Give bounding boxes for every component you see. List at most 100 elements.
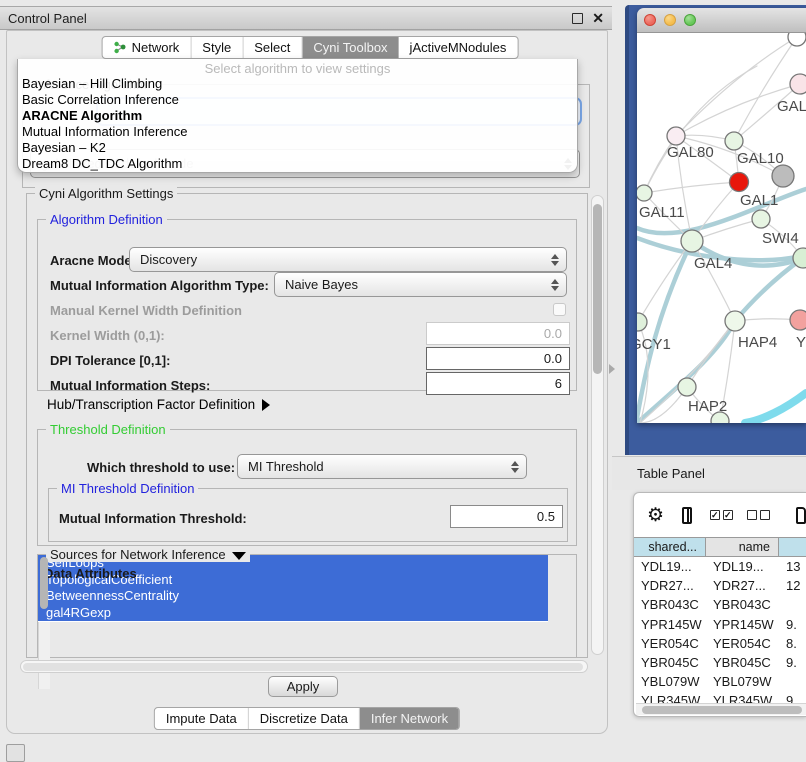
tab-jactivemnodules[interactable]: jActiveMNodules xyxy=(399,37,518,58)
mi-steps-field[interactable]: 6 xyxy=(426,372,570,395)
zoom-traffic-light[interactable] xyxy=(684,14,696,26)
table-cell: YDR27... xyxy=(634,578,706,593)
chevron-down-icon xyxy=(232,552,246,560)
columns-icon[interactable] xyxy=(682,507,692,524)
mi-type-combobox[interactable]: Naive Bayes xyxy=(274,272,567,297)
network-node[interactable] xyxy=(772,165,794,187)
table-row[interactable]: YBR045CYBR045C9. xyxy=(634,653,806,672)
tab-impute-data[interactable]: Impute Data xyxy=(155,708,249,729)
table-row[interactable]: YDL19...YDL19...13 xyxy=(634,557,806,576)
network-node-gal4[interactable] xyxy=(681,230,703,252)
tab-select[interactable]: Select xyxy=(243,37,302,58)
table-cell: YER054C xyxy=(706,636,779,651)
gear-icon[interactable]: ⚙ xyxy=(647,504,664,527)
hub-definition-expander[interactable]: Hub/Transcription Factor Definition xyxy=(47,397,270,412)
table-column-header[interactable]: name xyxy=(706,538,779,556)
data-attributes-label: Data Attributes xyxy=(44,566,137,581)
table-row[interactable]: YDR27...YDR27...12 xyxy=(634,576,806,595)
network-canvas[interactable]: GALGAL80GAL10GAL1GAL11SWI4GAL4GCY1HAP4YH… xyxy=(637,33,806,423)
close-icon[interactable]: ✕ xyxy=(592,13,604,24)
float-icon[interactable] xyxy=(572,13,583,24)
table-cell: YER054C xyxy=(634,636,706,651)
tab-cyni-toolbox[interactable]: Cyni Toolbox xyxy=(302,37,398,58)
network-node-gal11[interactable] xyxy=(637,185,652,201)
cyni-algorithm-settings-label: Cyni Algorithm Settings xyxy=(35,186,177,201)
stepper-icon xyxy=(508,461,522,473)
document-icon[interactable] xyxy=(796,507,806,524)
kernel-width-field: 0.0 xyxy=(426,322,570,345)
algorithm-option[interactable]: Dream8 DC_TDC Algorithm xyxy=(18,156,577,172)
dpi-tolerance-field[interactable]: 0.0 xyxy=(426,347,570,370)
table-row[interactable]: YPR145WYPR145W9. xyxy=(634,615,806,634)
mi-type-label: Mutual Information Algorithm Type: xyxy=(50,278,269,293)
hub-definition-label: Hub/Transcription Factor Definition xyxy=(47,397,255,412)
tab-network[interactable]: Network xyxy=(103,37,192,58)
close-traffic-light[interactable] xyxy=(644,14,656,26)
algorithm-option[interactable]: Mutual Information Inference xyxy=(18,124,577,140)
tab-style[interactable]: Style xyxy=(191,37,243,58)
table-cell: 13 xyxy=(779,559,806,574)
manual-kernel-label: Manual Kernel Width Definition xyxy=(50,303,242,318)
table-body: YDL19...YDL19...13YDR27...YDR27...12YBR0… xyxy=(634,557,806,717)
network-node-swi4[interactable] xyxy=(752,210,770,228)
network-node-gal80[interactable] xyxy=(667,127,685,145)
network-window[interactable]: GALGAL80GAL10GAL1GAL11SWI4GAL4GCY1HAP4YH… xyxy=(637,8,806,423)
unchecked-pair-icon[interactable] xyxy=(747,510,770,520)
network-node-gal[interactable] xyxy=(790,74,806,94)
table-row[interactable]: YER054CYER054C8. xyxy=(634,634,806,653)
network-node-hap2[interactable] xyxy=(678,378,696,396)
attribute-item[interactable]: BetweennessCentrality xyxy=(38,588,548,605)
network-node[interactable] xyxy=(788,33,806,46)
network-node-y[interactable] xyxy=(790,310,806,330)
table-row[interactable]: YBR043CYBR043C xyxy=(634,595,806,614)
node-table: shared...name YDL19...YDL19...13YDR27...… xyxy=(634,537,806,717)
table-cell: 8. xyxy=(779,636,806,651)
network-node-gal10[interactable] xyxy=(725,132,743,150)
algorithm-option[interactable]: Bayesian – Hill Climbing xyxy=(18,76,577,92)
which-threshold-combobox[interactable]: MI Threshold xyxy=(237,454,527,479)
table-cell: 9. xyxy=(779,655,806,670)
network-node-hap4[interactable] xyxy=(725,311,745,331)
table-horizontal-scrollbar[interactable] xyxy=(636,703,806,715)
network-edge xyxy=(745,393,806,423)
aracne-mode-combobox[interactable]: Discovery xyxy=(129,247,567,272)
network-node-label: GAL10 xyxy=(737,150,784,167)
network-node-label: GAL xyxy=(777,98,806,115)
table-cell: YPR145W xyxy=(634,617,706,632)
tab-infer-network[interactable]: Infer Network xyxy=(360,708,459,729)
attributes-scrollbar[interactable] xyxy=(38,622,50,689)
network-window-titlebar[interactable] xyxy=(637,8,806,33)
network-node-label: HAP4 xyxy=(738,334,777,351)
apply-button[interactable]: Apply xyxy=(268,676,338,697)
algorithm-option[interactable]: Bayesian – K2 xyxy=(18,140,577,156)
table-column-header[interactable] xyxy=(779,538,806,556)
control-panel-tabs: NetworkStyleSelectCyni ToolboxjActiveMNo… xyxy=(102,36,519,59)
table-column-header[interactable]: shared... xyxy=(634,538,706,556)
minimize-traffic-light[interactable] xyxy=(664,14,676,26)
attribute-item[interactable]: gal4RGexp xyxy=(38,605,548,622)
minimized-panel-chip[interactable] xyxy=(6,744,25,762)
algorithm-option[interactable]: Basic Correlation Inference xyxy=(18,92,577,108)
kernel-width-label: Kernel Width (0,1): xyxy=(50,328,165,343)
mi-type-value: Naive Bayes xyxy=(285,277,548,292)
network-node-gcy1[interactable] xyxy=(637,313,647,331)
mi-threshold-field[interactable]: 0.5 xyxy=(450,505,563,528)
control-panel-titlebar[interactable]: Control Panel ✕ xyxy=(0,6,612,30)
algorithm-option[interactable]: ARACNE Algorithm xyxy=(18,108,577,124)
network-node-label: GAL1 xyxy=(740,192,778,209)
settings-horizontal-scrollbar[interactable] xyxy=(20,660,588,673)
sources-group-label[interactable]: Sources for Network Inference xyxy=(46,547,250,562)
checked-pair-icon[interactable]: ✓✓ xyxy=(710,510,733,520)
algorithm-definition-label: Algorithm Definition xyxy=(46,212,167,227)
network-node-gal1[interactable] xyxy=(730,173,749,192)
table-cell: YBR043C xyxy=(634,597,706,612)
network-node-label: GAL80 xyxy=(667,144,714,161)
dpi-tolerance-label: DPI Tolerance [0,1]: xyxy=(50,353,170,368)
table-row[interactable]: YBL079WYBL079W xyxy=(634,672,806,691)
tab-discretize-data[interactable]: Discretize Data xyxy=(249,708,360,729)
manual-kernel-checkbox[interactable] xyxy=(553,303,566,316)
bottom-tabs: Impute DataDiscretize DataInfer Network xyxy=(154,707,460,730)
which-threshold-value: MI Threshold xyxy=(248,459,508,474)
splitter-arrow-icon[interactable] xyxy=(609,364,615,374)
settings-scrollbar[interactable] xyxy=(591,195,604,655)
